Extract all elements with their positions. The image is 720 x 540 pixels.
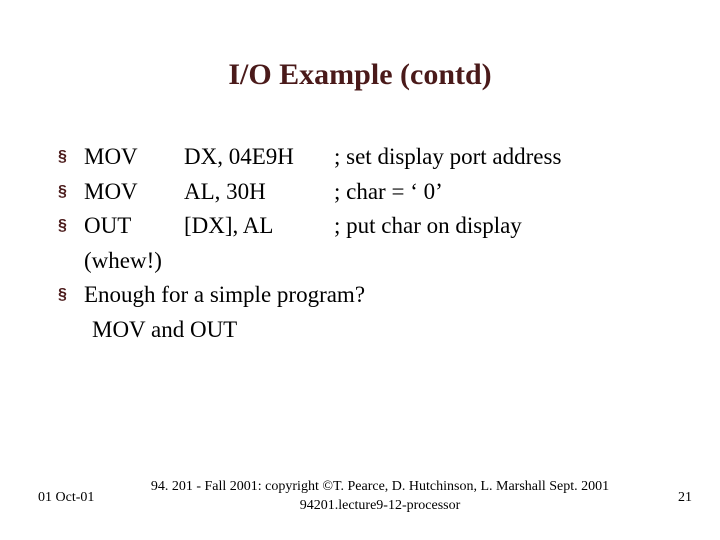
footer-date: 01 Oct-01 (38, 490, 94, 506)
comment-col: ; char = ‘ 0’ (334, 175, 443, 210)
args-col: DX, 04E9H (184, 140, 334, 175)
instr-col: MOV (84, 140, 184, 175)
bullet-icon: § (58, 175, 84, 209)
bullet-text: MOVAL, 30H; char = ‘ 0’ (84, 175, 443, 210)
continuation-line-2: MOV and OUT (92, 313, 678, 348)
instr-col: MOV (84, 175, 184, 210)
comment-col: ; set display port address (334, 140, 561, 175)
bullet-item-3: § OUT[DX], AL; put char on display (58, 209, 678, 244)
args-col: AL, 30H (184, 175, 334, 210)
footer-copyright: 94. 201 - Fall 2001: copyright ©T. Pearc… (120, 478, 640, 497)
bullet-icon: § (58, 209, 84, 243)
bullet-icon: § (58, 278, 84, 312)
bullet-text: Enough for a simple program? (84, 278, 365, 313)
slide-title: I/O Example (contd) (0, 58, 720, 92)
bullet-item-2: § MOVAL, 30H; char = ‘ 0’ (58, 175, 678, 210)
footer-pagenum: 21 (678, 490, 692, 506)
bullet-icon: § (58, 140, 84, 174)
bullet-text: OUT[DX], AL; put char on display (84, 209, 522, 244)
comment-col: ; put char on display (334, 209, 522, 244)
bullet-item-1: § MOVDX, 04E9H; set display port address (58, 140, 678, 175)
slide: I/O Example (contd) § MOVDX, 04E9H; set … (0, 0, 720, 540)
bullet-text: MOVDX, 04E9H; set display port address (84, 140, 561, 175)
instr-col: OUT (84, 209, 184, 244)
bullet-item-4: § Enough for a simple program? (58, 278, 678, 313)
slide-body: § MOVDX, 04E9H; set display port address… (58, 140, 678, 347)
footer-filename: 94201.lecture9-12-processor (120, 497, 640, 516)
continuation-line-1: (whew!) (84, 244, 678, 279)
args-col: [DX], AL (184, 209, 334, 244)
footer-center: 94. 201 - Fall 2001: copyright ©T. Pearc… (120, 478, 640, 516)
